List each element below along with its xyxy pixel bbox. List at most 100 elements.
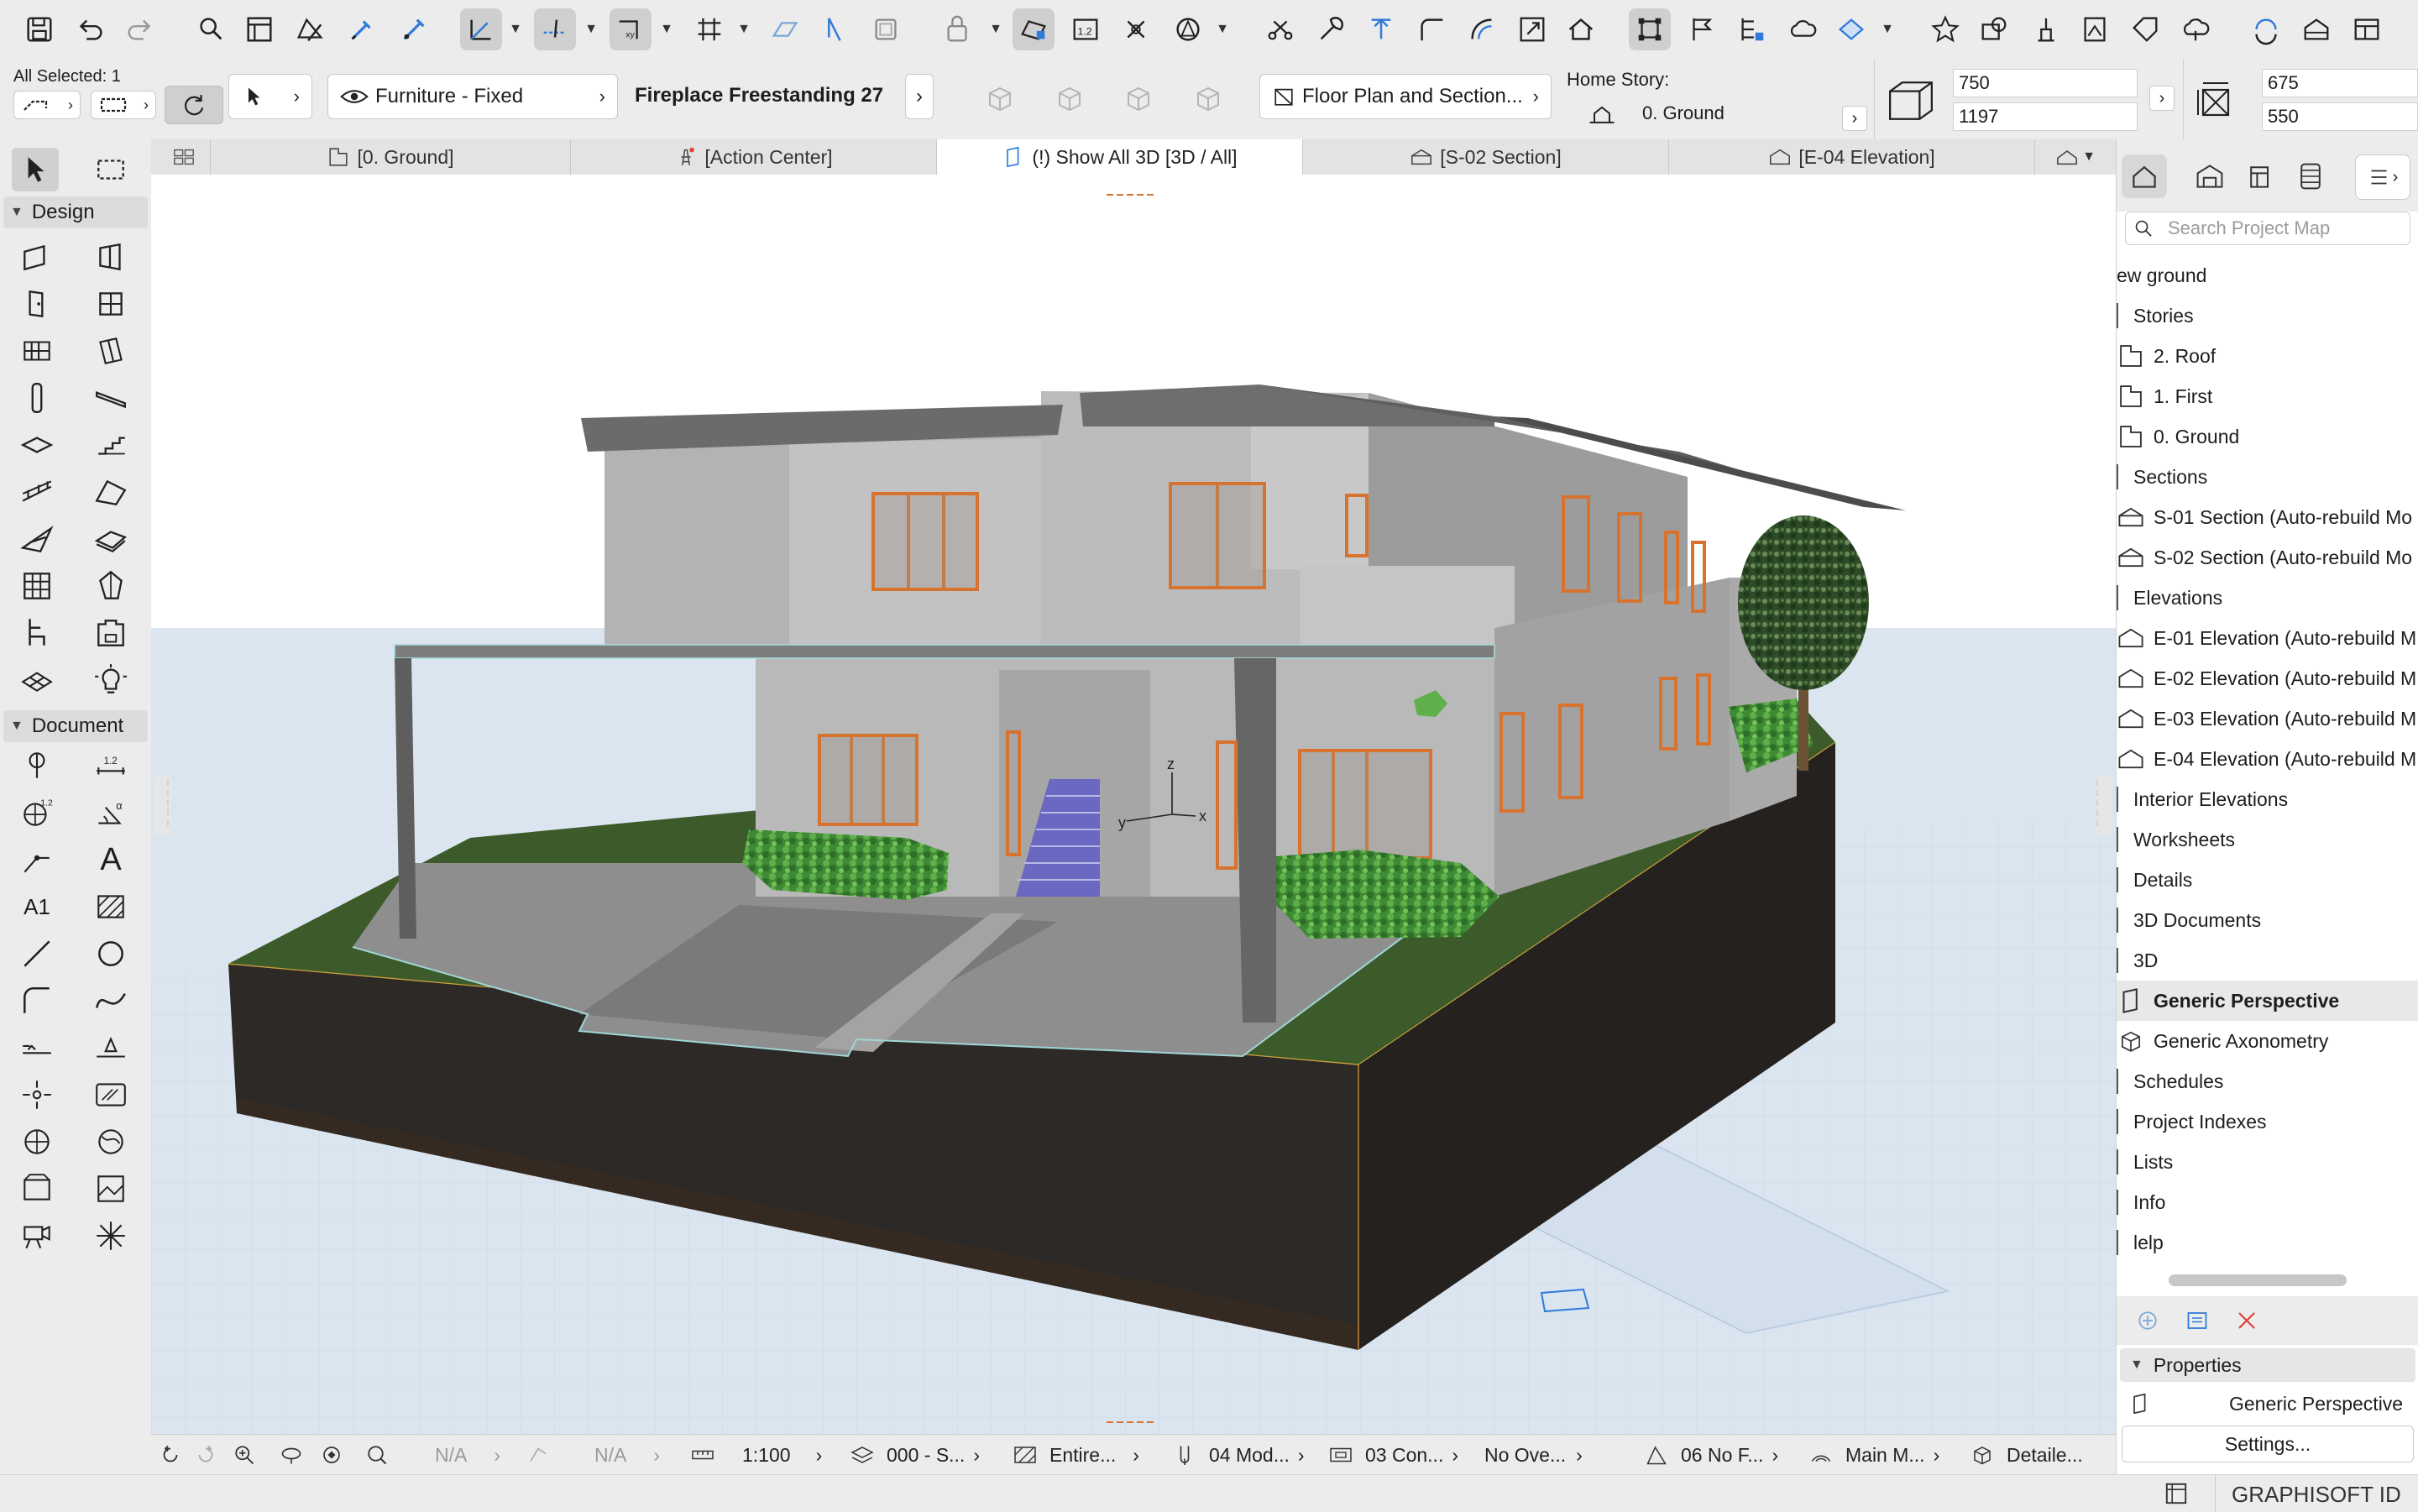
plane-icon[interactable] [764,8,806,50]
zoom-icon[interactable] [232,1435,264,1475]
syringe-icon[interactable] [393,8,435,50]
tab-ground-floor[interactable]: [0. Ground] [210,139,571,175]
zone-stamp-tool-icon[interactable] [87,611,134,655]
layer-icon[interactable] [865,8,907,50]
tab-menu-button[interactable]: ▼ [2035,139,2116,175]
view-map-icon[interactable] [2187,154,2232,198]
right-edge-handle[interactable] [2096,776,2112,836]
chevron-down-icon[interactable]: ▼ [507,18,524,40]
magic-wand-icon[interactable] [289,8,331,50]
explore-icon[interactable] [319,1435,351,1475]
properties-header[interactable]: ▼ Properties [2120,1348,2415,1382]
chevron-down-icon[interactable]: ▼ [1879,18,1896,40]
dimension-tool-icon[interactable]: 1.2 [87,744,134,787]
document-group-header[interactable]: ▼ Document [3,710,148,742]
cross-icon[interactable] [1115,8,1157,50]
offset-icon[interactable] [1461,8,1503,50]
dimension-standard-control[interactable]: Main M... › [1808,1435,1939,1475]
nav-item[interactable]: E-02 Elevation (Auto-rebuild M [2117,658,2418,698]
home-story-value[interactable]: 0. Ground [1642,102,1725,124]
nav-item[interactable]: Sections [2117,457,2418,497]
nav-item[interactable]: E-03 Elevation (Auto-rebuild M [2117,698,2418,739]
calc-icon[interactable]: 1.2 [1065,8,1107,50]
cloud-icon[interactable] [1782,8,1824,50]
tab-elevation[interactable]: [E-04 Elevation] [1669,139,2035,175]
teamwork-send-icon[interactable] [2245,8,2287,50]
flag-icon[interactable] [1681,8,1723,50]
chevron-down-icon[interactable]: ▼ [658,18,675,40]
polyline-tool-icon[interactable] [13,979,60,1023]
top-view-icon[interactable] [1122,81,1155,115]
geometry-method-button[interactable]: › [13,91,81,119]
trace-icon[interactable] [813,8,855,50]
chevron-down-icon[interactable]: ▼ [1214,18,1231,40]
fill-tool-icon[interactable] [87,885,134,929]
nav-item[interactable]: Project Indexes [2117,1101,2418,1142]
nav-item[interactable]: E-01 Elevation (Auto-rebuild M [2117,618,2418,658]
size-b-field-1[interactable]: 675 [2262,69,2418,97]
stair-tool-icon[interactable] [87,423,134,467]
scale-control[interactable]: 1:100 › [690,1435,822,1475]
save-icon[interactable] [18,8,60,50]
nav-item[interactable]: Generic Perspective [2117,981,2418,1021]
split-icon[interactable] [1259,8,1301,50]
section-tool-icon[interactable] [13,1120,60,1164]
sun-tool-icon[interactable] [87,1214,134,1258]
detail-tool-icon[interactable] [13,1167,60,1211]
bim-cloud-icon[interactable] [2175,8,2216,50]
left-edge-handle[interactable] [154,776,171,836]
nav-item[interactable]: lelp [2117,1222,2418,1263]
nav-item[interactable]: 0. Ground [2117,416,2418,457]
chevron-down-icon[interactable]: ▼ [583,18,599,40]
view-settings-icon[interactable] [2184,1308,2211,1333]
element-settings-button[interactable]: › [905,74,934,119]
nav-item[interactable]: S-02 Section (Auto-rebuild Mo [2117,537,2418,578]
grid-snap-icon[interactable] [688,8,730,50]
layout-icon[interactable] [2346,8,2388,50]
nav-item[interactable]: 1. First [2117,376,2418,416]
floor-plan-icon[interactable] [2295,8,2337,50]
3d-viewport[interactable]: z x y [151,175,2116,1434]
layer-selector[interactable]: Furniture - Fixed › [327,74,618,119]
front-view-icon[interactable] [983,81,1017,115]
wall-tool-icon[interactable] [13,235,60,279]
slab-tool-icon[interactable] [13,423,60,467]
orientation-na[interactable]: N/A › [435,1435,500,1475]
roof-icon[interactable] [1560,8,1602,50]
nav-item[interactable]: Worksheets [2117,819,2418,860]
angle-dimension-tool-icon[interactable]: α [87,791,134,834]
undo-view-icon[interactable] [158,1435,190,1475]
angle-icon[interactable] [526,1435,557,1475]
layout-book-icon[interactable] [2237,154,2283,198]
settings-button[interactable]: Settings... [2122,1426,2414,1462]
selection-method-button[interactable]: › [91,91,156,119]
floor-plan-section-button[interactable]: Floor Plan and Section... › [1259,74,1552,119]
nav-item[interactable]: 2. Roof [2117,336,2418,376]
size-a-field-2[interactable]: 1197 [1953,102,2138,131]
nav-item[interactable]: Stories [2117,296,2418,336]
side-view-icon[interactable] [1053,81,1086,115]
snap-guide-icon[interactable] [534,8,576,50]
tag-icon[interactable] [2124,8,2166,50]
publisher-sets-icon[interactable] [2288,154,2333,198]
door-tool-icon[interactable] [13,282,60,326]
nav-item[interactable]: ew ground [2117,255,2418,296]
nav-item[interactable]: Schedules [2117,1061,2418,1101]
shape-edit-icon[interactable] [1830,8,1872,50]
rotate-button[interactable] [165,86,223,124]
tab-overview-icon[interactable] [163,139,205,175]
tab-section[interactable]: [S-02 Section] [1303,139,1669,175]
morph-tool-icon[interactable] [87,517,134,561]
suspend-group-icon[interactable] [937,8,979,50]
nav-item[interactable]: 3D Documents [2117,900,2418,940]
xy-coordinate-icon[interactable]: xy [610,8,652,50]
orbit-icon[interactable] [279,1435,311,1475]
lamp-tool-icon[interactable] [87,658,134,702]
structure-display-control[interactable]: Entire... › [1013,1435,1139,1475]
camera-path-tool-icon[interactable] [13,1214,60,1258]
column-tool-icon[interactable] [13,376,60,420]
renovation-filter-control[interactable]: 06 No F... › [1644,1435,1778,1475]
shell-tool-icon[interactable] [13,517,60,561]
model-view-control[interactable]: 03 Con... › [1328,1435,1458,1475]
view-map-icon[interactable] [1973,8,2015,50]
